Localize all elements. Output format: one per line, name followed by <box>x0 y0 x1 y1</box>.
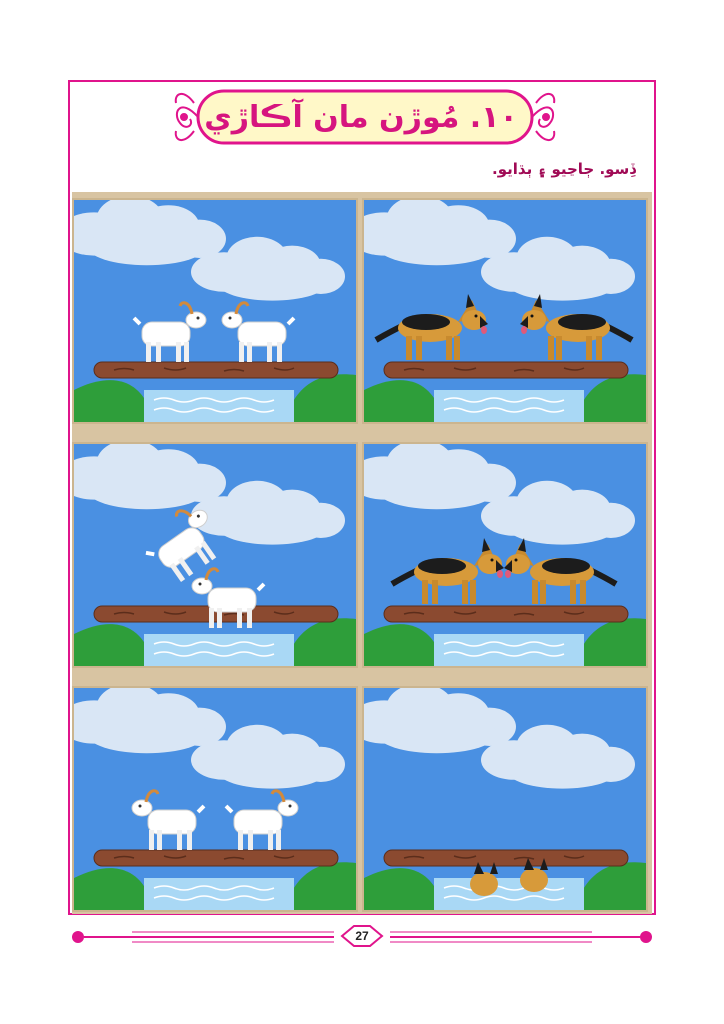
log-bridge <box>93 361 339 379</box>
lesson-title: ۱۰. مُوڙن مان آڪاڙي <box>204 99 518 135</box>
panel-dogs-fall <box>362 686 648 912</box>
panel-goats-pass <box>72 442 358 668</box>
instruction-text: ڏِسو. ڄاڃيو ۽ ٻڌايو. <box>492 160 636 178</box>
log-bridge <box>383 361 629 379</box>
panel-dogs-fight <box>362 442 648 668</box>
panel-goats-meet <box>72 198 358 424</box>
river <box>144 634 294 666</box>
river <box>434 390 584 422</box>
log-bridge <box>383 849 629 867</box>
river <box>434 634 584 666</box>
ornament-left-icon <box>174 93 199 141</box>
river <box>144 878 294 910</box>
panel-dogs-meet <box>362 198 648 424</box>
log-bridge <box>383 605 629 623</box>
log-bridge <box>93 849 339 867</box>
panel-goats-done <box>72 686 358 912</box>
ornament-right-icon <box>531 93 556 141</box>
page-number: 27 <box>355 929 369 943</box>
river <box>144 390 294 422</box>
river <box>434 878 584 910</box>
